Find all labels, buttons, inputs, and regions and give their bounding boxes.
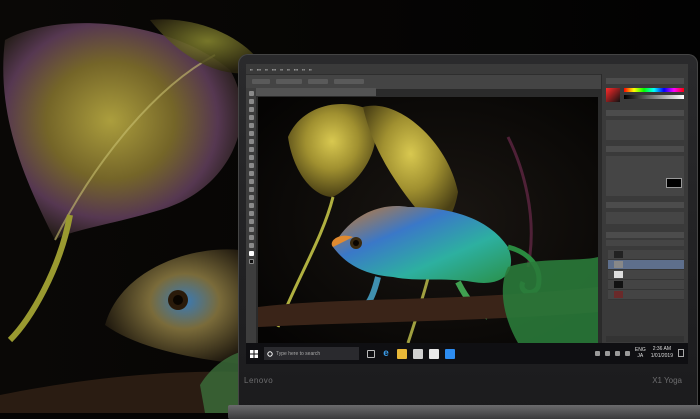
healing-tool-icon[interactable]	[248, 139, 254, 144]
search-placeholder: Type here to search	[276, 350, 321, 357]
brand-logo: Lenovo	[244, 376, 274, 385]
tool-preset-button[interactable]	[252, 79, 270, 84]
dodge-tool-icon[interactable]	[248, 195, 254, 200]
menu-item[interactable]: ▪▪▪	[272, 67, 276, 72]
quick-select-tool-icon[interactable]	[248, 115, 254, 120]
task-view-icon[interactable]	[367, 349, 375, 358]
taskbar-clock[interactable]: 2:36 AM 1/01/2019	[651, 346, 673, 360]
file-explorer-icon[interactable]	[397, 348, 407, 359]
layer-thumbnail	[614, 281, 623, 288]
lasso-tool-icon[interactable]	[248, 107, 254, 112]
move-tool-icon[interactable]	[248, 91, 254, 96]
layers-filter[interactable]	[606, 240, 684, 246]
clock-date: 1/01/2019	[650, 353, 673, 359]
battery-icon[interactable]	[624, 350, 630, 356]
type-tool-icon[interactable]	[248, 211, 254, 216]
layer-thumbnail	[614, 271, 623, 278]
paragraph-panel-tabs[interactable]	[606, 202, 684, 208]
character-panel-tabs[interactable]	[606, 146, 684, 152]
paragraph-settings[interactable]	[606, 212, 684, 224]
eraser-tool-icon[interactable]	[248, 171, 254, 176]
windows-taskbar: Type here to search e ENG JA 2:36 AM 1/0…	[246, 343, 688, 364]
menu-item[interactable]: ▪▪	[280, 67, 283, 72]
character-settings[interactable]	[606, 156, 684, 196]
menu-item[interactable]: ▪▪	[287, 67, 290, 72]
layers-footer-buttons[interactable]	[606, 336, 684, 342]
adjustments-icons[interactable]	[606, 120, 684, 140]
brush-tool-icon[interactable]	[248, 147, 254, 152]
layer-thumbnail	[614, 261, 623, 268]
menu-item[interactable]: ▪▪	[309, 67, 312, 72]
stamp-tool-icon[interactable]	[248, 155, 254, 160]
text-color-swatch[interactable]	[666, 178, 682, 188]
eyedropper-tool-icon[interactable]	[248, 131, 254, 136]
laptop-screen: ▪▪ ▪▪▪ ▪▪ ▪▪▪ ▪▪ ▪▪ ▪▪▪ ▪▪ ▪▪ Type here …	[246, 64, 688, 364]
gradient-tool-icon[interactable]	[248, 179, 254, 184]
clock-time: 2:36 AM	[652, 346, 672, 352]
shape-tool-icon[interactable]	[248, 227, 254, 232]
network-icon[interactable]	[604, 350, 610, 356]
mail-icon[interactable]	[429, 348, 439, 359]
adjustments-panel-tabs[interactable]	[606, 110, 684, 116]
foreground-color-icon[interactable]	[248, 251, 254, 256]
model-label: X1 Yoga	[652, 376, 682, 385]
action-center-icon[interactable]	[678, 349, 684, 357]
color-panel-tabs[interactable]	[606, 78, 684, 84]
option-control[interactable]	[334, 79, 364, 84]
document-tab[interactable]: ▪▪▪▪▪▪▪▪▪▪	[256, 88, 376, 102]
option-control[interactable]	[276, 79, 302, 84]
value-slider[interactable]	[624, 95, 684, 99]
menu-item[interactable]: ▪▪▪	[257, 67, 261, 72]
layer-thumbnail	[614, 251, 623, 258]
panels-dock	[601, 74, 688, 344]
blur-tool-icon[interactable]	[248, 187, 254, 192]
hue-slider[interactable]	[624, 88, 684, 92]
document-canvas[interactable]	[258, 97, 598, 343]
windows-start-icon	[250, 349, 258, 358]
marquee-tool-icon[interactable]	[248, 99, 254, 104]
path-select-tool-icon[interactable]	[248, 219, 254, 224]
photoshop-icon[interactable]	[445, 348, 455, 359]
menu-item[interactable]: ▪▪	[265, 67, 268, 72]
layer-row[interactable]	[608, 250, 684, 260]
photoshop-menubar: ▪▪ ▪▪▪ ▪▪ ▪▪▪ ▪▪ ▪▪ ▪▪▪ ▪▪ ▪▪	[246, 64, 688, 74]
laptop: ▪▪ ▪▪▪ ▪▪ ▪▪▪ ▪▪ ▪▪ ▪▪▪ ▪▪ ▪▪ Type here …	[228, 54, 700, 419]
history-brush-tool-icon[interactable]	[248, 163, 254, 168]
layer-row[interactable]	[608, 270, 684, 280]
store-icon[interactable]	[413, 348, 423, 359]
people-icon[interactable]	[594, 350, 600, 356]
input-language[interactable]: ENG JA	[635, 347, 646, 359]
laptop-hinge	[228, 405, 700, 419]
color-swatch[interactable]	[606, 88, 620, 102]
zoom-tool-icon[interactable]	[248, 243, 254, 248]
menu-item[interactable]: ▪▪	[250, 67, 253, 72]
background-color-icon[interactable]	[248, 259, 254, 264]
layer-row[interactable]	[608, 290, 684, 300]
taskbar-search-box[interactable]: Type here to search	[264, 347, 359, 360]
hand-tool-icon[interactable]	[248, 235, 254, 240]
pen-tool-icon[interactable]	[248, 203, 254, 208]
chameleon-image	[258, 97, 598, 343]
system-tray: ENG JA 2:36 AM 1/01/2019	[594, 346, 684, 360]
crop-tool-icon[interactable]	[248, 123, 254, 128]
tools-panel	[246, 88, 256, 346]
layers-panel-tabs[interactable]	[606, 232, 684, 238]
keyboard-code: JA	[637, 353, 644, 359]
layer-thumbnail	[614, 291, 623, 298]
layer-row[interactable]	[608, 280, 684, 290]
menu-item[interactable]: ▪▪	[302, 67, 305, 72]
option-control[interactable]	[308, 79, 328, 84]
menu-item[interactable]: ▪▪▪	[294, 67, 298, 72]
windows-start-button[interactable]	[246, 343, 262, 364]
cortana-icon	[267, 350, 273, 357]
edge-icon[interactable]: e	[381, 348, 391, 359]
volume-icon[interactable]	[614, 350, 620, 356]
layer-row[interactable]	[608, 260, 684, 270]
